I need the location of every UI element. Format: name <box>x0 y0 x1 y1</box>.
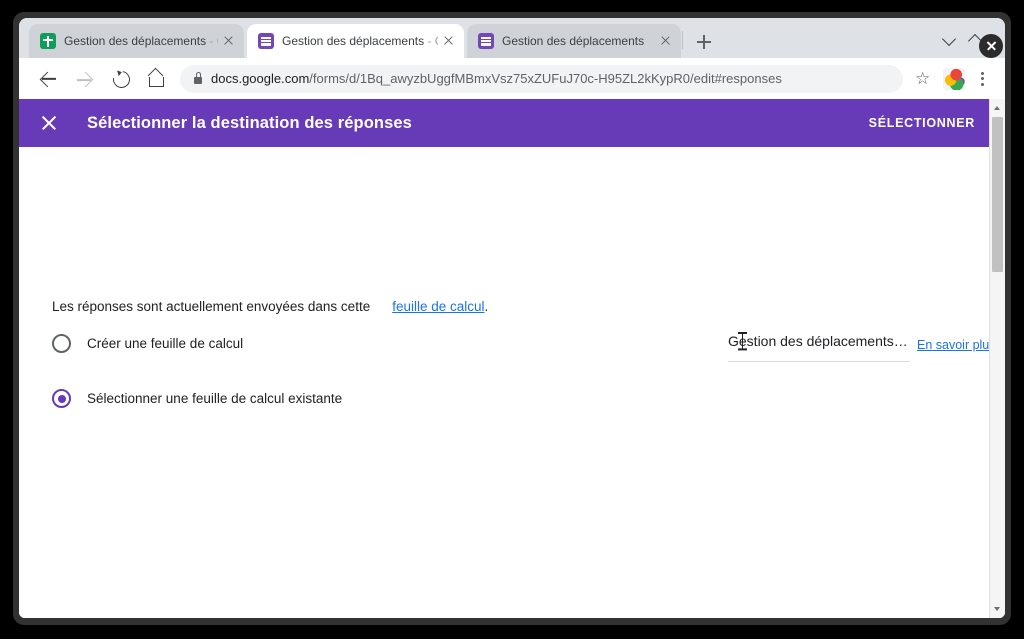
google-sheets-icon <box>40 33 56 49</box>
radio-option-select-existing-label: Sélectionner une feuille de calcul exist… <box>87 391 343 406</box>
dialog-title: Sélectionner la destination des réponses <box>87 113 412 132</box>
dialog-header: Sélectionner la destination des réponses… <box>19 99 1005 147</box>
select-button[interactable]: SÉLECTIONNER <box>869 116 975 130</box>
minimize-window-button[interactable] <box>939 27 961 49</box>
address-bar-url: docs.google.com/forms/d/1Bq_awyzbUggfMBm… <box>211 71 782 86</box>
reload-icon <box>109 67 134 91</box>
close-tab-1-icon[interactable] <box>218 31 238 51</box>
arrow-right-icon <box>77 71 94 87</box>
google-forms-icon <box>478 33 494 49</box>
intro-text-suffix: . <box>484 299 489 314</box>
kebab-dot <box>980 82 984 86</box>
radio-option-create-spreadsheet[interactable]: Créer une feuille de calcul <box>52 334 243 353</box>
screen: Gestion des déplacements - G Gestion des… <box>0 0 1024 639</box>
tab-separator <box>682 31 683 49</box>
close-tab-3-icon[interactable] <box>655 31 675 51</box>
page-scrollbar[interactable] <box>989 99 1005 618</box>
browser-tab-1-title: Gestion des déplacements - G <box>64 34 218 48</box>
tab-strip: Gestion des déplacements - G Gestion des… <box>19 18 1005 58</box>
triangle-up-icon <box>994 106 1000 110</box>
radio-option-select-existing[interactable]: Sélectionner une feuille de calcul exist… <box>52 389 342 408</box>
kebab-dot <box>980 71 984 75</box>
text-cursor <box>738 332 747 350</box>
browser-tab-1[interactable]: Gestion des déplacements - G <box>29 24 244 58</box>
spreadsheet-link[interactable]: feuille de calcul <box>392 299 484 314</box>
forward-button[interactable] <box>69 64 99 94</box>
browser-toolbar: docs.google.com/forms/d/1Bq_awyzbUggfMBm… <box>19 58 1005 99</box>
browser-menu-button[interactable] <box>969 64 995 94</box>
browser-tab-3-title: Gestion des déplacements <box>502 34 645 48</box>
arrow-left-icon <box>39 71 56 87</box>
home-icon <box>149 76 164 87</box>
field-underline <box>728 361 910 362</box>
triangle-down-icon <box>994 607 1000 611</box>
intro-text: Les réponses sont actuellement envoyées … <box>52 299 488 314</box>
lock-icon <box>194 72 202 84</box>
browser-tab-2-title: Gestion des déplacements - G <box>282 34 438 48</box>
browser-tab-3[interactable]: Gestion des déplacements <box>467 24 681 58</box>
browser-window: Gestion des déplacements - G Gestion des… <box>13 12 1011 625</box>
learn-more-link[interactable]: En savoir plus <box>917 338 996 352</box>
bookmark-button[interactable]: ☆ <box>909 64 939 94</box>
browser-tab-2[interactable]: Gestion des déplacements - G <box>247 24 464 58</box>
reload-button[interactable] <box>105 64 135 94</box>
radio-button-selected-icon[interactable] <box>52 389 71 408</box>
back-button[interactable] <box>33 64 63 94</box>
scroll-up-button[interactable] <box>990 100 1005 116</box>
intro-text-label: Les réponses sont actuellement envoyées … <box>52 299 371 314</box>
chevron-down-icon <box>941 31 957 47</box>
selected-spreadsheet-name: Gestion des déplacements… <box>728 333 908 349</box>
new-tab-button[interactable] <box>691 29 717 55</box>
dialog-body: Les réponses sont actuellement envoyées … <box>19 147 1005 618</box>
page-viewport: Sélectionner la destination des réponses… <box>19 99 1005 618</box>
browser-window-inner: Gestion des déplacements - G Gestion des… <box>19 18 1005 618</box>
home-button[interactable] <box>141 64 171 94</box>
star-icon: ☆ <box>915 68 931 88</box>
close-tab-2-icon[interactable] <box>438 31 458 51</box>
close-icon <box>979 34 1003 58</box>
radio-option-create-label: Créer une feuille de calcul <box>87 336 244 351</box>
profile-avatar[interactable] <box>943 67 965 90</box>
google-forms-icon <box>258 33 274 49</box>
kebab-dot <box>980 77 984 81</box>
scrollbar-thumb[interactable] <box>992 117 1003 272</box>
selected-spreadsheet-field[interactable]: Gestion des déplacements… <box>728 333 910 362</box>
close-dialog-button[interactable] <box>37 111 61 135</box>
close-window-button[interactable] <box>979 27 1005 58</box>
radio-button-unselected-icon[interactable] <box>52 334 71 353</box>
scroll-down-button[interactable] <box>990 601 1005 617</box>
address-bar[interactable]: docs.google.com/forms/d/1Bq_awyzbUggfMBm… <box>180 64 903 93</box>
